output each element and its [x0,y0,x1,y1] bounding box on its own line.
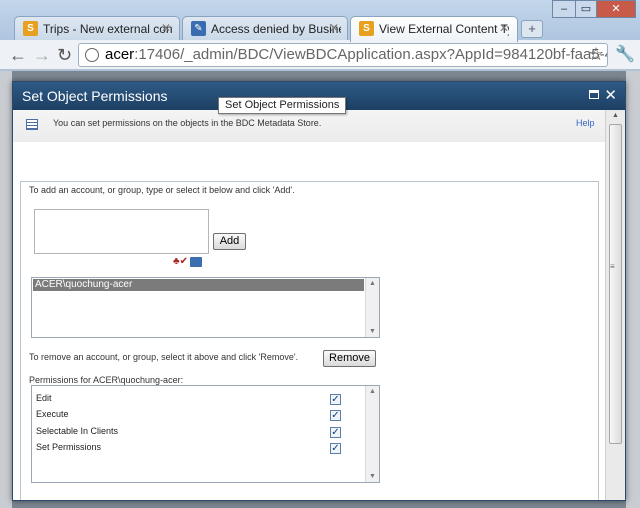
info-bar: You can set permissions on the objects i… [13,110,605,142]
accounts-listbox[interactable]: ACER\quochung-acer ▲ ▼ [31,277,380,338]
checkbox-edit[interactable]: ✓ [330,394,341,405]
close-icon[interactable]: ✕ [499,21,509,35]
browser-titlebar: S Trips - New external cont ✕ ✎ Access d… [0,0,640,42]
url-host: acer [105,46,135,63]
close-window-button[interactable]: ✕ [596,0,636,18]
maximize-icon[interactable] [589,90,599,99]
close-icon[interactable]: ✕ [329,21,339,35]
address-book-icon[interactable] [190,257,202,267]
sharepoint-app-icon: ✎ [191,21,206,36]
remove-button[interactable]: Remove [323,350,376,367]
url-path: :17406/_admin/BDC/ViewBDCApplication.asp… [134,46,607,63]
list-icon [26,119,38,130]
wrench-icon[interactable]: 🔧 [615,44,635,64]
check-names-icon[interactable]: ♣✔ [173,256,188,267]
permissions-panel: To add an account, or group, type or sel… [20,181,599,500]
scrollbar[interactable]: ▲ ▼ [365,278,379,337]
remove-instruction: To remove an account, or group, select i… [29,352,299,362]
bookmark-star-icon[interactable]: ☆ [588,44,604,65]
permission-label-set-permissions: Set Permissions [36,442,102,452]
dialog-title: Set Object Permissions [22,88,168,104]
browser-toolbar: ← → ↻ acer:17406/_admin/BDC/ViewBDCAppli… [0,40,640,70]
checkbox-selectable[interactable]: ✓ [330,427,341,438]
forward-arrow-icon[interactable]: → [33,44,51,66]
tab-access-denied[interactable]: ✎ Access denied by Busines ✕ [182,16,348,41]
maximize-button[interactable]: ▭ [575,0,597,18]
permission-label-selectable: Selectable In Clients [36,426,119,436]
scrollbar-thumb[interactable] [609,124,622,444]
tab-view-external-content[interactable]: S View External Content Ty ✕ [350,16,518,42]
page-right-edge [626,71,640,508]
scroll-down-icon[interactable]: ▼ [369,328,376,335]
tab-label: View External Content Ty [379,22,509,36]
page-left-edge [0,71,12,508]
permission-label-execute: Execute [36,409,69,419]
minimize-button[interactable]: – [552,0,576,18]
checkbox-set-permissions[interactable]: ✓ [330,443,341,454]
permissions-list: Edit ✓ Execute ✓ Selectable In Clients ✓… [31,385,380,483]
set-object-permissions-dialog: Set Object Permissions ✕ You can set per… [12,81,626,501]
permission-label-edit: Edit [36,393,52,403]
back-arrow-icon[interactable]: ← [9,44,27,66]
sharepoint-icon: S [359,21,374,36]
add-instruction: To add an account, or group, type or sel… [29,185,295,195]
tooltip: Set Object Permissions [218,97,347,114]
address-bar[interactable]: acer:17406/_admin/BDC/ViewBDCApplication… [78,43,608,67]
tab-label: Trips - New external cont [43,22,173,36]
list-item[interactable]: ACER\quochung-acer [33,279,364,291]
add-button[interactable]: Add [213,233,246,250]
scroll-down-icon[interactable]: ▼ [369,473,376,480]
scrollbar[interactable]: ▲ ▼ [365,386,379,482]
new-tab-button[interactable]: + [521,20,543,38]
reload-icon[interactable]: ↻ [57,44,72,66]
permissions-label: Permissions for ACER\quochung-acer: [29,375,184,385]
close-icon[interactable]: ✕ [161,21,171,35]
help-link[interactable]: Help [576,110,595,136]
grip-icon: ≡ [610,262,615,271]
scroll-up-icon[interactable]: ▲ [369,388,376,395]
close-icon[interactable]: ✕ [604,82,617,110]
dialog-scrollbar[interactable]: ▲ ≡ [605,110,625,500]
scroll-up-icon[interactable]: ▲ [612,112,619,119]
tab-label: Access denied by Busines [211,22,341,36]
scroll-up-icon[interactable]: ▲ [369,280,376,287]
globe-icon [85,48,99,62]
sharepoint-icon: S [23,21,38,36]
people-picker-input[interactable] [34,209,209,254]
checkbox-execute[interactable]: ✓ [330,410,341,421]
tab-trips[interactable]: S Trips - New external cont ✕ [14,16,180,41]
